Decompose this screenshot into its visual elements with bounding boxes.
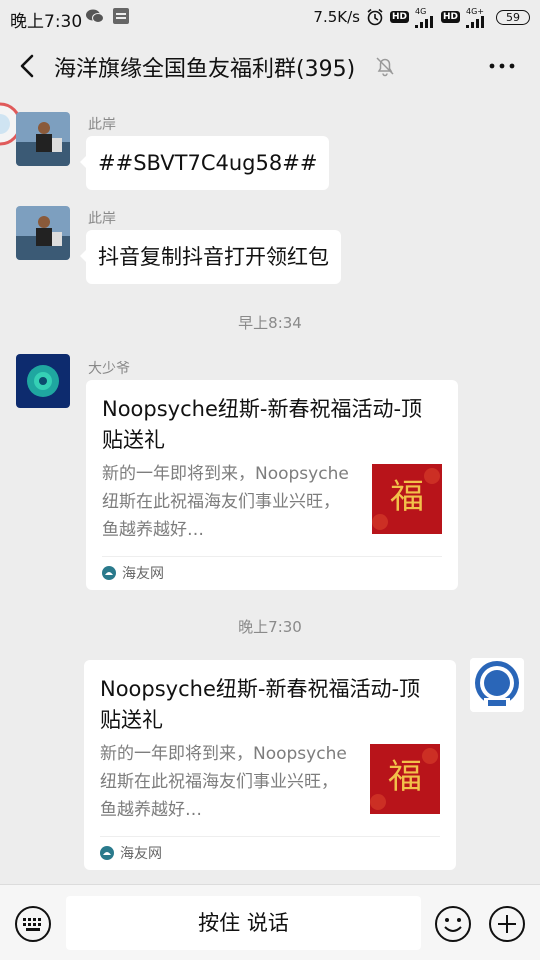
- card-description: 新的一年即将到来，Noopsyche纽斯在此祝福海友们事业兴旺，鱼越养越好…: [102, 464, 349, 540]
- link-card-own[interactable]: Noopsyche纽斯-新春祝福活动-顶贴送礼 新的一年即将到来，Noopsyc…: [84, 660, 456, 870]
- hold-to-talk-button[interactable]: 按住 说话: [66, 896, 421, 950]
- card-source: 海友网: [102, 563, 164, 583]
- status-time: 晚上7:30: [10, 12, 83, 32]
- hd-badge-icon: HD: [389, 11, 409, 23]
- chat-header: 海洋旗缘全国鱼友福利群(395): [0, 34, 540, 98]
- status-right: 7.5K/s HD 4G HD 4G+ 59: [313, 6, 530, 28]
- signal-2-label: 4G+: [466, 6, 484, 16]
- plus-icon[interactable]: [488, 905, 526, 943]
- message-text: 抖音复制抖音打开领红包: [98, 245, 329, 269]
- source-logo-icon: [102, 566, 116, 580]
- card-divider: [102, 556, 442, 557]
- timestamp: 早上8:34: [238, 314, 302, 332]
- battery-level: 59: [506, 10, 520, 24]
- signal-2: 4G+: [466, 7, 490, 28]
- fu-character: 福: [390, 477, 424, 517]
- source-name: 海友网: [120, 846, 162, 862]
- battery-icon: 59: [496, 9, 530, 25]
- signal-1-label: 4G: [414, 6, 427, 16]
- card-divider: [100, 836, 440, 837]
- message-bubble[interactable]: 抖音复制抖音打开领红包: [80, 230, 341, 284]
- message-text: ##SBVT7C4ug58##: [98, 151, 318, 175]
- keyboard-icon[interactable]: [14, 905, 52, 943]
- avatar-self[interactable]: [470, 658, 524, 712]
- signal-bars-icon: [414, 15, 433, 28]
- source-logo-icon: [100, 846, 114, 860]
- chat-area[interactable]: 此岸 ##SBVT7C4ug58## 此岸 抖音复制抖音打开领红包 早上8:34…: [0, 98, 540, 884]
- card-source: 海友网: [100, 843, 162, 863]
- status-bar: 晚上7:30 7.5K/s HD 4G HD 4G+ 59: [0, 0, 540, 34]
- signal-bars-icon-2: [466, 15, 484, 28]
- card-thumbnail: 福: [372, 464, 442, 534]
- avatar-dashaoye[interactable]: [16, 354, 70, 408]
- back-arrow-icon[interactable]: [16, 52, 42, 80]
- fu-character: 福: [388, 757, 422, 797]
- wechat-notification-icon: [86, 9, 104, 23]
- source-name: 海友网: [122, 566, 164, 582]
- card-thumbnail: 福: [370, 744, 440, 814]
- card-description: 新的一年即将到来，Noopsyche纽斯在此祝福海友们事业兴旺，鱼越养越好…: [100, 744, 347, 820]
- app-notification-icon: [113, 8, 129, 24]
- card-title: Noopsyche纽斯-新春祝福活动-顶贴送礼: [102, 397, 423, 452]
- chat-title: 海洋旗缘全国鱼友福利群(395): [54, 57, 356, 82]
- hd-badge-icon-2: HD: [440, 11, 460, 23]
- sender-name: 此岸: [88, 211, 116, 227]
- alarm-icon: [367, 8, 383, 26]
- more-options-icon[interactable]: [488, 56, 516, 76]
- input-bar: 按住 说话: [0, 884, 540, 960]
- avatar-cian[interactable]: [16, 112, 70, 166]
- signal-1: 4G: [414, 6, 435, 28]
- emoji-icon[interactable]: [434, 905, 472, 943]
- sender-name: 此岸: [88, 117, 116, 133]
- timestamp: 晚上7:30: [238, 618, 302, 636]
- network-speed: 7.5K/s: [313, 8, 360, 26]
- sender-name: 大少爷: [88, 361, 130, 377]
- message-bubble[interactable]: ##SBVT7C4ug58##: [79, 136, 330, 190]
- mute-bell-icon: [376, 57, 394, 77]
- card-title: Noopsyche纽斯-新春祝福活动-顶贴送礼: [100, 677, 421, 732]
- avatar-cian[interactable]: [16, 206, 70, 260]
- link-card[interactable]: Noopsyche纽斯-新春祝福活动-顶贴送礼 新的一年即将到来，Noopsyc…: [86, 380, 458, 590]
